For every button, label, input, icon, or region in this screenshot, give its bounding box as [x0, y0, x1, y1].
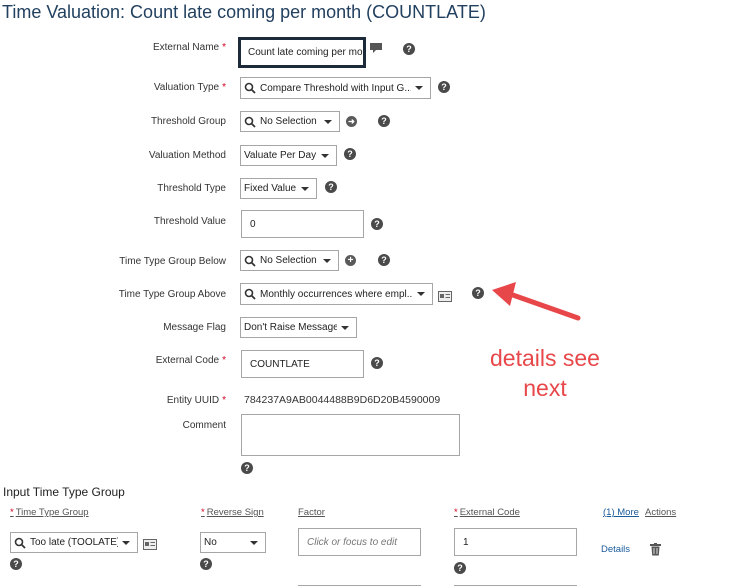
- row-external-code-help-icon[interactable]: ?: [454, 562, 466, 574]
- time-type-group-below-help-icon[interactable]: ?: [378, 254, 390, 266]
- time-type-group-above-label: Time Type Group Above: [118, 289, 226, 300]
- chevron-down-icon: [417, 292, 425, 296]
- chevron-down-icon: [341, 325, 349, 330]
- time-type-group-below-select[interactable]: No Selection: [240, 250, 339, 271]
- threshold-group-help-icon[interactable]: ?: [378, 115, 390, 127]
- chevron-down-icon: [321, 153, 329, 158]
- valuation-method-select[interactable]: Valuate Per Day: [240, 145, 337, 166]
- search-icon: [244, 82, 256, 94]
- time-type-group-above-select[interactable]: Monthly occurrences where empl...: [240, 283, 433, 305]
- external-name-help-icon[interactable]: ?: [403, 43, 415, 55]
- valuation-type-help-icon[interactable]: ?: [438, 81, 450, 93]
- navigate-icon[interactable]: ➜: [346, 116, 357, 127]
- search-icon: [244, 255, 256, 267]
- row-time-type-group-help-icon[interactable]: ?: [10, 558, 22, 570]
- message-flag-label: Message Flag: [163, 322, 226, 333]
- details-card-icon[interactable]: [438, 289, 452, 307]
- valuation-type-select[interactable]: Compare Threshold with Input G...: [240, 77, 431, 99]
- row-reverse-sign-select[interactable]: No: [200, 532, 266, 553]
- chevron-down-icon: [301, 186, 309, 191]
- search-icon: [244, 288, 256, 300]
- comment-textarea[interactable]: [241, 414, 460, 456]
- translate-icon[interactable]: [369, 41, 383, 53]
- plus-circle-icon[interactable]: +: [345, 255, 356, 266]
- valuation-method-help-icon[interactable]: ?: [344, 148, 356, 160]
- chevron-down-icon: [324, 119, 332, 124]
- row-reverse-sign-help-icon[interactable]: ?: [200, 558, 212, 570]
- column-header-reverse-sign[interactable]: * Reverse Sign: [201, 507, 264, 518]
- arrow-annotation-icon: [492, 282, 581, 321]
- entity-uuid-value: 784237A9AB0044488B9D6D20B4590009: [244, 394, 441, 406]
- search-icon: [14, 537, 26, 549]
- row-details-link[interactable]: Details: [601, 544, 630, 555]
- row-external-code-input[interactable]: 1: [454, 528, 577, 556]
- column-header-factor[interactable]: Factor: [298, 507, 325, 518]
- column-header-time-type-group[interactable]: * Time Type Group: [10, 507, 89, 518]
- search-icon: [244, 116, 256, 128]
- threshold-type-select[interactable]: Fixed Value: [240, 178, 317, 199]
- chevron-down-icon: [415, 86, 423, 90]
- details-card-icon[interactable]: [143, 537, 157, 555]
- external-name-label: External Name *: [152, 42, 226, 53]
- threshold-type-label: Threshold Type: [157, 183, 226, 194]
- comment-label: Comment: [182, 420, 226, 431]
- valuation-type-label: Valuation Type *: [153, 82, 226, 93]
- threshold-value-input[interactable]: 0: [241, 210, 364, 238]
- chevron-down-icon: [323, 258, 331, 263]
- comment-help-icon[interactable]: ?: [241, 462, 253, 474]
- valuation-method-label: Valuation Method: [148, 150, 226, 161]
- time-type-group-above-help-icon[interactable]: ?: [472, 287, 484, 299]
- chevron-down-icon: [122, 540, 130, 545]
- message-flag-select[interactable]: Don't Raise Message: [240, 317, 357, 338]
- column-header-external-code[interactable]: * External Code: [454, 507, 520, 518]
- threshold-value-label: Threshold Value: [153, 216, 226, 227]
- external-name-input[interactable]: Count late coming per month: [238, 37, 366, 68]
- threshold-group-select[interactable]: No Selection: [240, 111, 340, 132]
- threshold-type-help-icon[interactable]: ?: [325, 181, 337, 193]
- time-type-group-below-label: Time Type Group Below: [119, 256, 226, 267]
- column-header-actions: Actions: [645, 507, 677, 518]
- page-title: Time Valuation: Count late coming per mo…: [2, 2, 486, 22]
- entity-uuid-label: Entity UUID *: [166, 395, 226, 406]
- chevron-down-icon: [250, 540, 258, 545]
- row-factor-input[interactable]: Click or focus to edit: [298, 528, 421, 556]
- threshold-value-help-icon[interactable]: ?: [371, 218, 383, 230]
- external-code-input[interactable]: COUNTLATE: [241, 350, 364, 378]
- threshold-group-label: Threshold Group: [150, 116, 226, 127]
- trash-icon[interactable]: [650, 543, 661, 561]
- input-time-type-group-title: Input Time Type Group: [3, 485, 125, 499]
- more-columns-link[interactable]: (1) More: [603, 507, 639, 518]
- annotation-text: details see next: [490, 345, 600, 401]
- external-code-help-icon[interactable]: ?: [371, 357, 383, 369]
- external-code-label: External Code *: [155, 355, 226, 366]
- row-time-type-group-select[interactable]: Too late (TOOLATE): [10, 532, 138, 553]
